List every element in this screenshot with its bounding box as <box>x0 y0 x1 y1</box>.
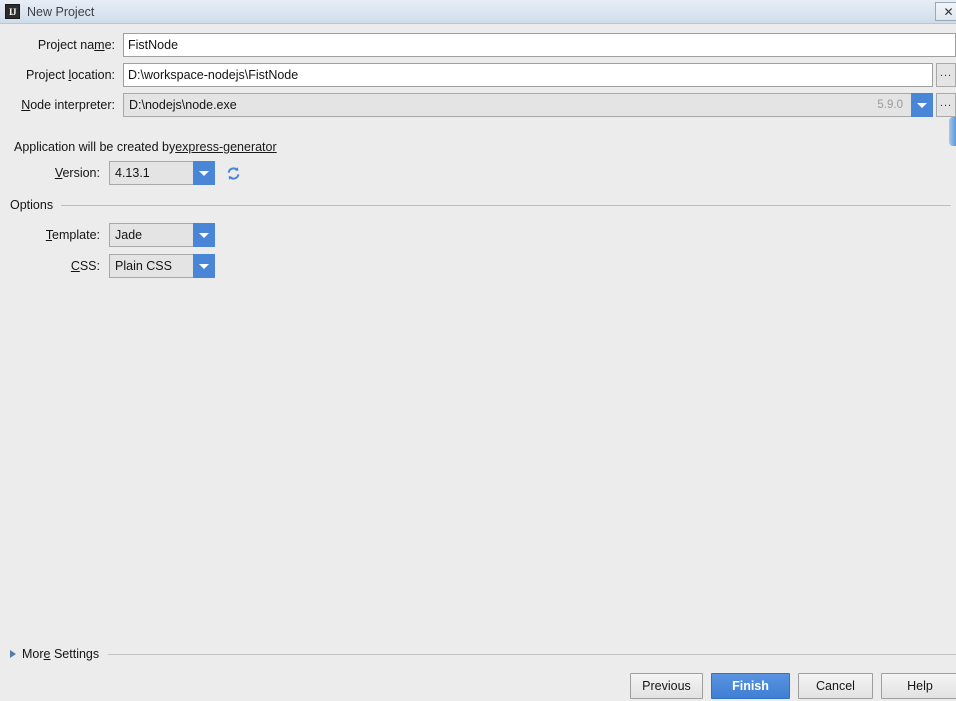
node-interpreter-path: D:\nodejs\node.exe <box>129 98 237 112</box>
intellij-idea-icon: IJ <box>5 4 20 19</box>
generator-note-row: Application will be created by express-g… <box>14 135 277 159</box>
more-settings-toggle[interactable]: More Settings <box>10 645 956 663</box>
generator-note-text: Application will be created by <box>14 140 176 154</box>
window-title: New Project <box>27 4 95 19</box>
options-group-title: Options <box>10 198 54 212</box>
node-interpreter-label: Node interpreter: <box>21 98 115 112</box>
dialog-body: Project name: FistNode Project location:… <box>0 25 956 701</box>
node-interpreter-browse-button[interactable]: ... <box>936 93 956 117</box>
options-group-divider <box>61 204 952 206</box>
css-value[interactable]: Plain CSS <box>109 254 193 278</box>
template-combo[interactable]: Jade <box>109 223 215 247</box>
edge-artifact <box>949 117 956 146</box>
new-project-dialog: IJ New Project ✕ Project name: FistNode … <box>0 0 956 701</box>
chevron-right-icon <box>10 650 16 658</box>
help-button[interactable]: Help <box>881 673 956 699</box>
project-location-row: Project location: D:\workspace-nodejs\Fi… <box>14 63 956 87</box>
template-label: Template: <box>45 228 100 242</box>
node-version-hint: 5.9.0 <box>877 99 903 111</box>
dialog-button-bar: Previous Finish Cancel Help <box>0 673 956 701</box>
more-settings-divider <box>108 653 956 655</box>
css-combo[interactable]: Plain CSS <box>109 254 215 278</box>
more-settings-label: More Settings <box>22 647 100 661</box>
project-location-input[interactable]: D:\workspace-nodejs\FistNode <box>123 63 933 87</box>
project-name-row: Project name: FistNode <box>14 33 956 57</box>
css-dropdown-chevron-down-icon[interactable] <box>193 254 215 278</box>
version-dropdown-chevron-down-icon[interactable] <box>193 161 215 185</box>
node-interpreter-combo[interactable]: D:\nodejs\node.exe 5.9.0 <box>123 93 933 117</box>
previous-button[interactable]: Previous <box>630 673 703 699</box>
close-icon[interactable]: ✕ <box>935 2 956 21</box>
title-bar: IJ New Project ✕ <box>0 0 956 24</box>
project-location-browse-button[interactable]: ... <box>936 63 956 87</box>
project-name-label: Project name: <box>37 38 115 52</box>
project-name-input[interactable]: FistNode <box>123 33 956 57</box>
node-interpreter-value[interactable]: D:\nodejs\node.exe 5.9.0 <box>123 93 911 117</box>
version-value[interactable]: 4.13.1 <box>109 161 193 185</box>
cancel-button[interactable]: Cancel <box>798 673 873 699</box>
version-label: Version: <box>54 166 100 180</box>
template-dropdown-chevron-down-icon[interactable] <box>193 223 215 247</box>
template-value[interactable]: Jade <box>109 223 193 247</box>
refresh-icon[interactable] <box>225 165 242 182</box>
version-combo[interactable]: 4.13.1 <box>109 161 215 185</box>
css-row: CSS: Plain CSS <box>14 254 215 278</box>
finish-button[interactable]: Finish <box>711 673 790 699</box>
options-group-header: Options <box>10 197 956 213</box>
node-interpreter-row: Node interpreter: D:\nodejs\node.exe 5.9… <box>14 93 956 117</box>
css-label: CSS: <box>70 259 100 273</box>
node-interpreter-dropdown-chevron-down-icon[interactable] <box>911 93 933 117</box>
express-generator-link[interactable]: express-generator <box>175 140 276 154</box>
version-row: Version: 4.13.1 <box>14 161 242 185</box>
project-location-label: Project location: <box>26 68 115 82</box>
template-row: Template: Jade <box>14 223 215 247</box>
